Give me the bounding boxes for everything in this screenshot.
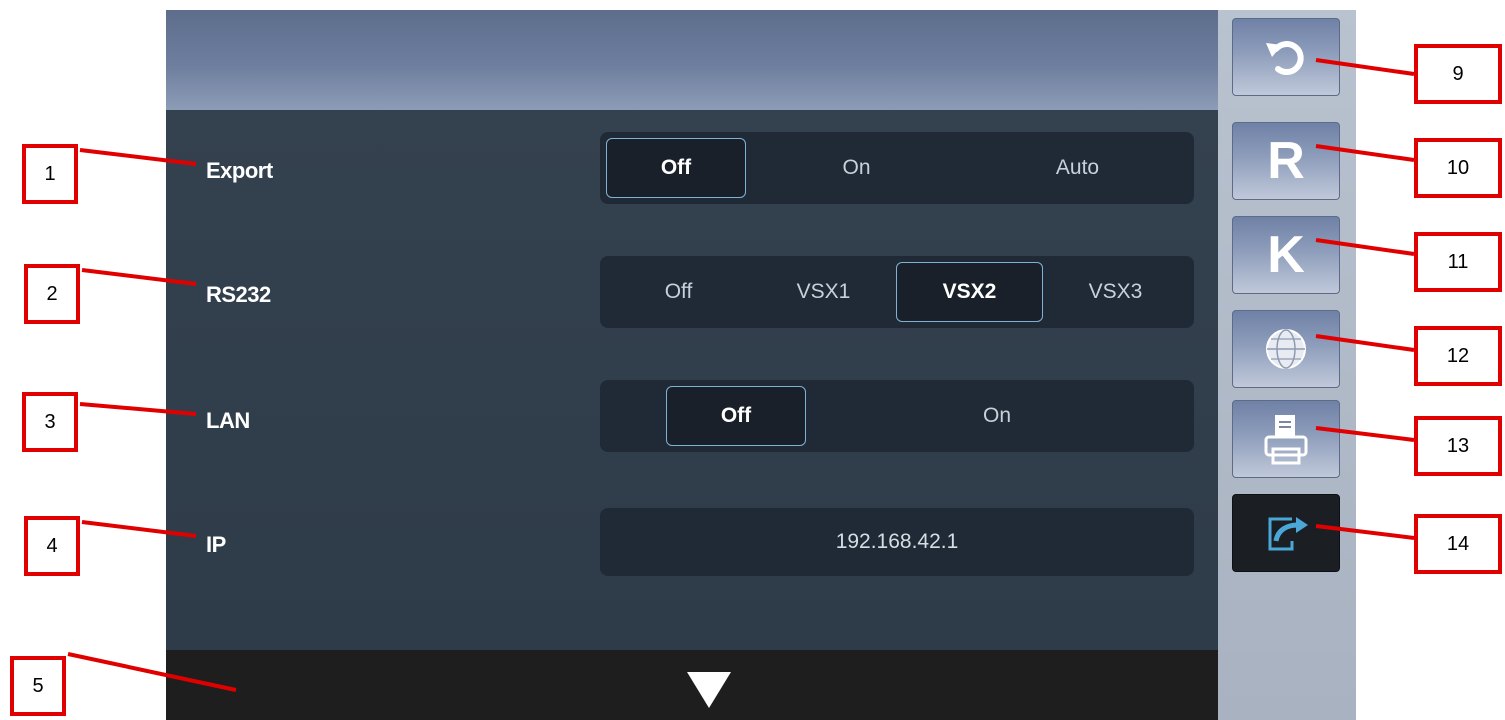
k-button[interactable]: K <box>1232 216 1340 294</box>
export-button[interactable] <box>1232 494 1340 572</box>
callout-14: 14 <box>1414 514 1502 574</box>
lan-spacer <box>606 386 666 446</box>
export-selector: Off On Auto <box>600 132 1194 204</box>
lan-selector: Off On <box>600 380 1194 452</box>
export-option-off[interactable]: Off <box>606 138 746 198</box>
callout-13: 13 <box>1414 416 1502 476</box>
print-button[interactable] <box>1232 400 1340 478</box>
settings-panel: Export Off On Auto RS232 Off VSX1 VSX2 V… <box>166 110 1218 650</box>
rs232-option-vsx3[interactable]: VSX3 <box>1043 262 1188 322</box>
callout-10: 10 <box>1414 138 1502 198</box>
callout-12: 12 <box>1414 326 1502 386</box>
sidebar: R K <box>1218 10 1356 720</box>
export-label: Export <box>206 158 273 183</box>
device-screen: Export Off On Auto RS232 Off VSX1 VSX2 V… <box>166 10 1356 720</box>
rs232-option-vsx2[interactable]: VSX2 <box>896 262 1043 322</box>
globe-icon <box>1266 329 1306 369</box>
k-label: K <box>1267 226 1305 284</box>
rs232-option-off[interactable]: Off <box>606 262 751 322</box>
export-option-on[interactable]: On <box>746 138 967 198</box>
undo-icon <box>1266 41 1304 76</box>
callout-5: 5 <box>10 656 66 716</box>
lan-option-off[interactable]: Off <box>666 386 806 446</box>
ip-label: IP <box>206 532 226 557</box>
lan-option-on[interactable]: On <box>806 386 1188 446</box>
callout-11: 11 <box>1414 232 1502 292</box>
rs232-selector: Off VSX1 VSX2 VSX3 <box>600 256 1194 328</box>
bottom-bar <box>166 650 1218 720</box>
callout-4: 4 <box>24 516 80 576</box>
r-label: R <box>1267 132 1305 190</box>
lan-label: LAN <box>206 408 250 433</box>
rs232-option-vsx1[interactable]: VSX1 <box>751 262 896 322</box>
language-button[interactable] <box>1232 310 1340 388</box>
rs232-label: RS232 <box>206 282 271 307</box>
export-option-auto[interactable]: Auto <box>967 138 1188 198</box>
callout-9: 9 <box>1414 44 1502 104</box>
undo-button[interactable] <box>1232 18 1340 96</box>
down-arrow-icon[interactable] <box>687 672 731 708</box>
callout-3: 3 <box>22 392 78 452</box>
top-bar <box>166 10 1218 110</box>
ip-field[interactable]: 192.168.42.1 <box>600 508 1194 576</box>
printer-icon <box>1264 415 1308 465</box>
export-icon <box>1268 517 1308 551</box>
callout-2: 2 <box>24 264 80 324</box>
r-button[interactable]: R <box>1232 122 1340 200</box>
callout-1: 1 <box>22 144 78 204</box>
